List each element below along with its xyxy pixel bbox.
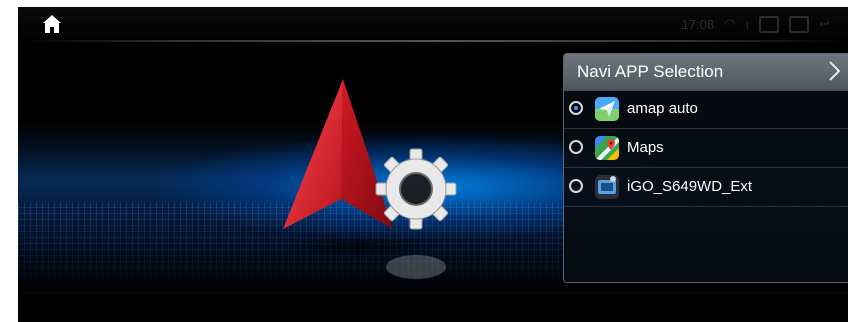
option-igo[interactable]: iGO_S649WD_Ext: [564, 168, 848, 207]
option-amap-auto[interactable]: amap auto: [564, 90, 848, 129]
status-divider: [18, 40, 848, 42]
panel-header: Navi APP Selection: [564, 54, 848, 91]
window-icon[interactable]: [759, 15, 780, 33]
wifi-icon: ◠: [724, 16, 736, 31]
radio-unselected[interactable]: [569, 179, 583, 193]
navi-app-selection-panel: Navi APP Selection amap auto Maps iGO_S6…: [563, 53, 848, 283]
option-label: iGO_S649WD_Ext: [627, 178, 753, 195]
radio-selected[interactable]: [569, 101, 583, 115]
bottom-bar: [18, 292, 848, 322]
radio-unselected[interactable]: [569, 140, 583, 154]
signal-icon: ı: [745, 16, 750, 32]
panel-title: Navi APP Selection: [577, 62, 724, 81]
home-button[interactable]: [40, 13, 64, 35]
status-bar: 17:08 ◠ ı ↩: [18, 7, 848, 41]
option-maps[interactable]: Maps: [564, 129, 848, 168]
chevron-right-icon[interactable]: [826, 60, 842, 82]
navigation-settings-logo-icon: [283, 79, 457, 279]
home-icon: [43, 15, 61, 33]
option-label: Maps: [627, 139, 664, 156]
clock: 17:08: [681, 16, 715, 32]
multitask-icon[interactable]: [789, 15, 810, 33]
option-label: amap auto: [627, 100, 698, 117]
head-unit-screen: 17:08 ◠ ı ↩ Navi APP Selection amap auto…: [18, 7, 848, 322]
back-icon[interactable]: ↩: [819, 16, 830, 32]
google-maps-icon: [595, 136, 619, 160]
status-icons: 17:08 ◠ ı ↩: [682, 15, 830, 33]
amap-auto-icon: [595, 97, 619, 121]
igo-icon: [595, 175, 619, 199]
